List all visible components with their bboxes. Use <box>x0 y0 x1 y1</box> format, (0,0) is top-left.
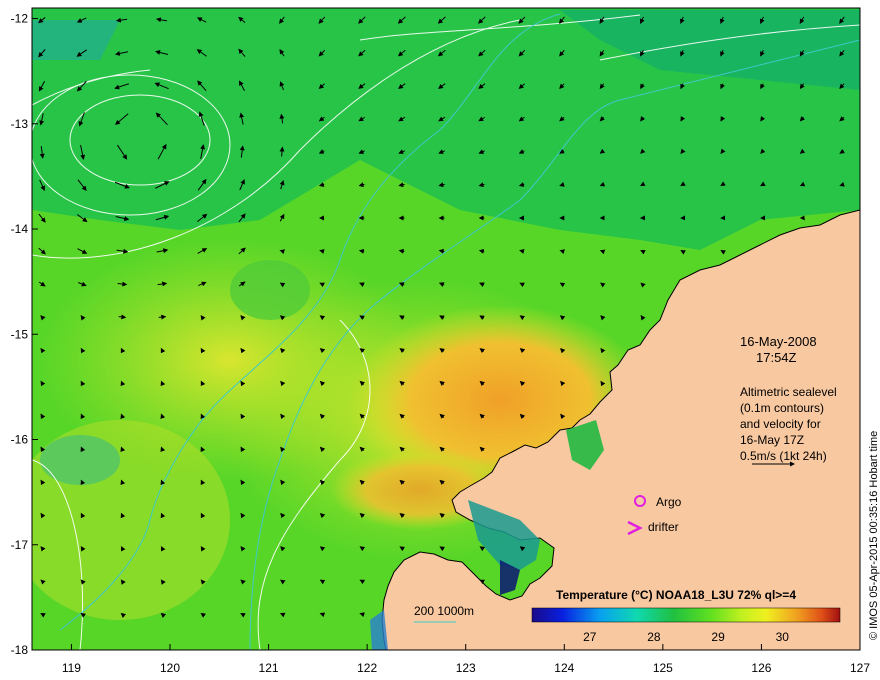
colorbar-tick-label: 28 <box>647 630 661 644</box>
lon-tick-label: 126 <box>751 661 771 675</box>
svg-text:(0.1m contours): (0.1m contours) <box>740 401 824 415</box>
drifter-label: drifter <box>648 520 679 534</box>
svg-text:Altimetric sealevel: Altimetric sealevel <box>740 385 837 399</box>
lat-tick-label: -15 <box>11 327 29 341</box>
svg-text:16-May 17Z: 16-May 17Z <box>740 433 804 447</box>
colorbar-title: Temperature (°C) NOAA18_L3U 72% ql>=4 <box>556 588 796 602</box>
lon-tick-label: 120 <box>160 661 180 675</box>
lon-tick-label: 119 <box>62 661 81 675</box>
colorbar-tick-label: 30 <box>776 630 790 644</box>
lon-tick-label: 127 <box>850 661 870 675</box>
colorbar <box>531 607 841 623</box>
bathymetry-legend: 200 1000m <box>414 604 474 618</box>
lat-tick-label: -17 <box>11 538 29 552</box>
lat-tick-label: -18 <box>11 643 29 657</box>
svg-text:and velocity for: and velocity for <box>740 417 821 431</box>
sst-map: Argo drifter 200 1000m 16-May-2008 17:54… <box>11 7 880 675</box>
credit-text: © IMOS 05-Apr-2015 00:35:16 Hobart time <box>868 431 880 640</box>
lat-tick-label: -13 <box>11 117 29 131</box>
argo-label: Argo <box>656 495 682 509</box>
lon-tick-label: 123 <box>456 661 476 675</box>
time-label: 17:54Z <box>756 350 797 365</box>
lon-tick-label: 121 <box>259 661 279 675</box>
lat-tick-label: -12 <box>11 12 29 26</box>
lat-tick-label: -16 <box>11 433 29 447</box>
date-label: 16-May-2008 <box>740 334 817 349</box>
lon-tick-label: 125 <box>653 661 673 675</box>
lon-tick-label: 124 <box>554 661 574 675</box>
svg-text:0.5m/s (1kt 24h): 0.5m/s (1kt 24h) <box>740 449 827 463</box>
lon-tick-label: 122 <box>357 661 377 675</box>
lat-tick-label: -14 <box>11 222 29 236</box>
velocity-arrow <box>118 314 127 320</box>
colorbar-tick-label: 29 <box>711 630 725 644</box>
colorbar-tick-label: 27 <box>583 630 597 644</box>
